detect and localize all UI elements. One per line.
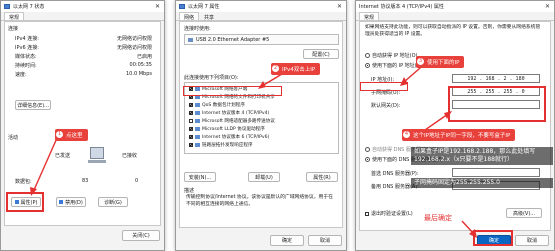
highlight-manual-ip xyxy=(360,82,408,91)
annotation-1: 1 点这里 xyxy=(55,129,88,141)
row-value: 无网络访问权限 xyxy=(116,45,152,51)
row-label: 速度: xyxy=(15,72,27,78)
row-label: 持续时间: xyxy=(15,63,37,69)
network-icon xyxy=(179,4,185,9)
tab-sharing[interactable]: 共享 xyxy=(199,12,219,21)
row-label: 媒体状态: xyxy=(15,54,37,60)
list-item[interactable]: Microsoft LLDP 协议驱动程序 xyxy=(189,125,334,132)
cancel-button[interactable]: 取消 xyxy=(515,235,549,246)
window-controls: ✕ xyxy=(541,1,554,12)
list-item-ipv4[interactable]: Internet 协议版本 4 (TCP/IPv4) xyxy=(189,109,334,116)
shield-icon xyxy=(59,200,64,204)
network-icon xyxy=(4,4,10,9)
step-number: 1 xyxy=(56,130,63,138)
row-label: IPv6 连接: xyxy=(15,45,39,51)
ok-button[interactable]: 确定 xyxy=(270,235,304,246)
status-tabs: 常规 xyxy=(1,12,164,21)
status-titlebar: 以太网 7 状态 xyxy=(1,1,164,12)
ipv4-panel: 如果网络支持此功能，则可以获取自动指派的 IP 设置。否则，你需要从网络系统管理… xyxy=(359,21,551,231)
props-titlebar: 以太网 7 属性 xyxy=(176,1,346,12)
annotation-3: 3 使用下面的IP xyxy=(416,56,465,68)
ip-address-input[interactable]: 192 . 168 . 2 . 180 xyxy=(452,74,540,83)
row-value: 已启用 xyxy=(136,54,152,60)
highlight-properties xyxy=(6,192,44,212)
computer-icon xyxy=(90,147,104,159)
highlight-ok xyxy=(473,230,513,246)
row-label: IPv4 连接: xyxy=(15,36,39,42)
adapter-box: USB 2.0 Ethernet Adapter #5 xyxy=(184,34,339,45)
close-icon[interactable]: ✕ xyxy=(541,1,554,12)
ipv4-titlebar: Internet 协议版本 4 (TCP/IPv4) 属性 xyxy=(356,1,554,12)
item-properties-button[interactable]: 属性(R) xyxy=(306,172,338,182)
configure-button[interactable]: 配置(C) xyxy=(303,49,339,59)
list-item[interactable]: Internet 协议版本 6 (TCP/IPv6) xyxy=(189,133,334,140)
computer-base xyxy=(88,160,106,163)
ipv4-tabs: 常规 xyxy=(356,12,554,21)
section-connection: 连接 xyxy=(8,26,19,32)
highlight-ipv4 xyxy=(183,86,282,96)
dns1-label: 首选 DNS 服务器(P): xyxy=(371,171,419,177)
list-item[interactable]: 链路层拓扑发现响应程序 xyxy=(189,141,334,148)
adapter-icon xyxy=(188,38,193,42)
bytes-sent: 83 xyxy=(82,178,89,184)
props-tabs: 网络 共享 xyxy=(176,12,346,21)
auto-ip-option[interactable]: 自动获得 IP 地址(O) xyxy=(365,52,418,59)
properties-window: 以太网 7 属性 ✕ 网络 共享 连接时使用: USB 2.0 Ethernet… xyxy=(175,0,347,251)
manual-ip-option[interactable]: 使用下面的 IP 地址(S): xyxy=(365,62,423,69)
status-window: 以太网 7 状态 ✕ 常规 连接 IPv4 连接: 无网络访问权限 IPv6 连… xyxy=(0,0,165,251)
section-activity: 活动 xyxy=(8,135,19,141)
details-button[interactable]: 详细信息(E)... xyxy=(15,100,51,110)
annotation-4: 4 这个IP地址子IP同一字段，不要写盒子IP xyxy=(402,129,516,141)
ipv4-window: Internet 协议版本 4 (TCP/IPv4) 属性 ✕ 常规 如果网络支… xyxy=(355,0,555,251)
window-controls: ✕ xyxy=(333,1,346,12)
close-button[interactable]: 关闭(C) xyxy=(122,230,160,241)
annotation-2: 2 IPv4双击上IP xyxy=(271,63,321,75)
advanced-button[interactable]: 高级(V)... xyxy=(506,208,542,218)
list-item[interactable]: Microsoft 网络适配器多路传送协议 xyxy=(189,117,334,124)
items-label: 此连接使用下列项目(O): xyxy=(184,75,239,81)
received-label: 已接收 xyxy=(122,153,138,159)
dns1-input[interactable] xyxy=(452,168,540,177)
props-window-title: 以太网 7 属性 xyxy=(188,4,220,10)
tab-general[interactable]: 常规 xyxy=(4,12,25,21)
row-value: 00:05:35 xyxy=(129,62,152,68)
close-icon[interactable]: ✕ xyxy=(333,1,346,12)
connect-using-label: 连接时使用: xyxy=(184,26,211,32)
description-label: 描述 xyxy=(184,188,195,194)
bytes-received: 0 xyxy=(135,178,139,184)
intro-text: 如果网络支持此功能，则可以获取自动指派的 IP 设置。否则，你需要从网络系统管理… xyxy=(365,25,541,37)
step-number: 4 xyxy=(403,130,410,138)
step-number: 3 xyxy=(417,57,424,65)
diagnose-button[interactable]: 诊断(G) xyxy=(98,197,128,207)
description-text: 传输控制协议/Internet 协议。该协议是默认的广域网络协议，用于在不同的相… xyxy=(186,195,333,207)
install-button[interactable]: 安装(N)... xyxy=(184,172,216,182)
window-controls: ✕ xyxy=(151,1,164,12)
tab-general[interactable]: 常规 xyxy=(359,12,380,21)
ip-instruction-note: 如果盒子IP是192.168.2.188，那么此处填写192.168.2.x（x… xyxy=(411,147,553,165)
sent-label: 已发送 xyxy=(55,153,71,159)
gateway-label: 默认网关(D): xyxy=(371,103,401,109)
close-icon[interactable]: ✕ xyxy=(151,1,164,12)
bytes-label: 数据包: xyxy=(15,179,32,185)
status-window-title: 以太网 7 状态 xyxy=(13,4,45,10)
ipv4-window-title: Internet 协议版本 4 (TCP/IPv4) 属性 xyxy=(359,4,444,10)
validate-checkbox[interactable]: 退出时验证设置(L) xyxy=(365,210,413,217)
final-confirm-note: 最后确定 xyxy=(424,214,452,222)
list-item[interactable]: QoS 数据包计划程序 xyxy=(189,101,334,108)
uninstall-button[interactable]: 卸载(U) xyxy=(248,172,280,182)
step-number: 2 xyxy=(272,64,279,72)
subnet-instruction-note: 子网掩码固定为255.255.255.0 xyxy=(411,178,553,188)
adapter-name: USB 2.0 Ethernet Adapter #5 xyxy=(196,37,270,43)
tab-network[interactable]: 网络 xyxy=(179,12,200,21)
disable-button[interactable]: 禁用(D) xyxy=(56,197,86,207)
props-panel: 连接时使用: USB 2.0 Ethernet Adapter #5 配置(C)… xyxy=(179,21,343,228)
row-value: 无网络访问权限 xyxy=(116,36,152,42)
cancel-button[interactable]: 取消 xyxy=(308,235,342,246)
row-value: 10.0 Mbps xyxy=(126,71,152,77)
highlight-ip-fields xyxy=(448,86,546,122)
